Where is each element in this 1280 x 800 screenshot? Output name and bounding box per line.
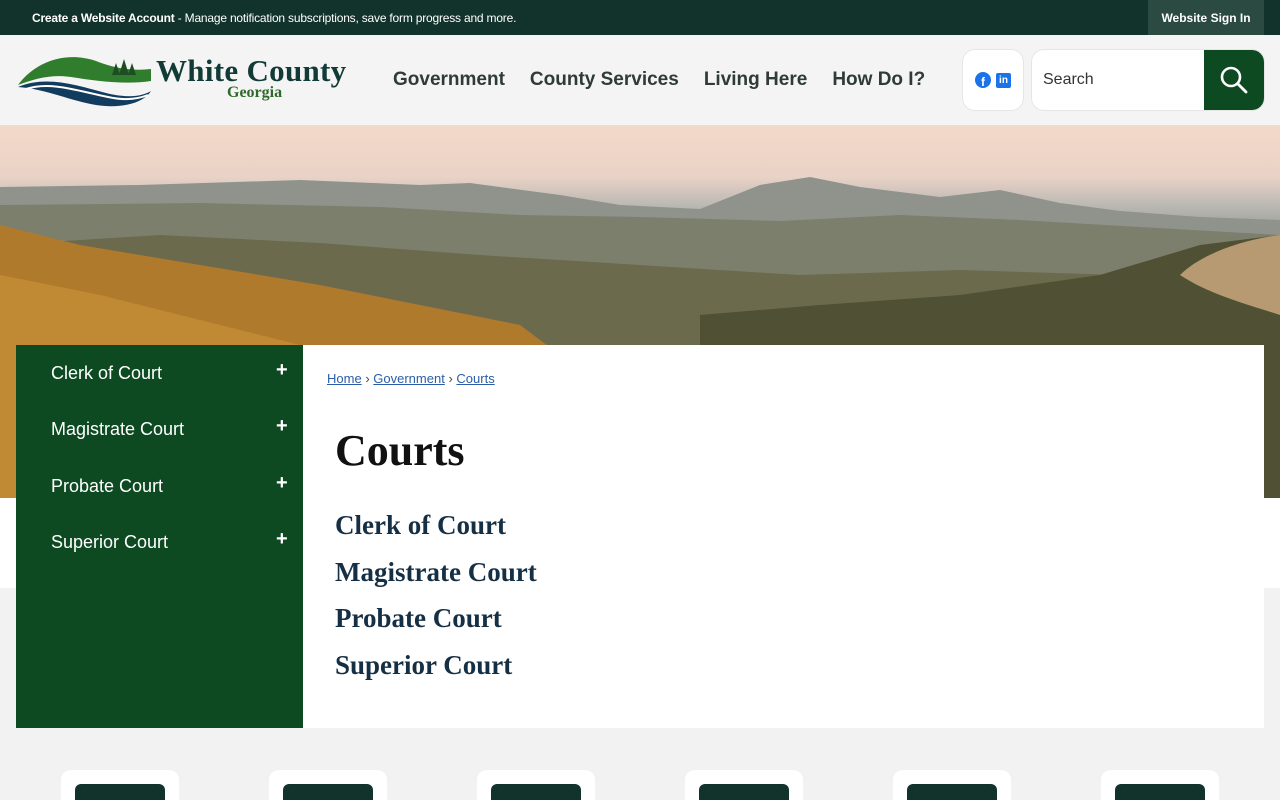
search-icon bbox=[1220, 66, 1248, 94]
nav-government[interactable]: Government bbox=[393, 69, 505, 91]
quick-link-icon bbox=[1115, 784, 1205, 800]
expand-plus-icon[interactable]: + bbox=[276, 415, 288, 438]
quick-link-card[interactable] bbox=[1101, 770, 1219, 800]
magistrate-court-link[interactable]: Magistrate Court bbox=[335, 557, 537, 588]
create-account-label[interactable]: Create a Website Account bbox=[32, 11, 175, 25]
expand-plus-icon[interactable]: + bbox=[276, 359, 288, 382]
section-sidebar: Clerk of Court + Magistrate Court + Prob… bbox=[16, 345, 303, 728]
main-navigation: Government County Services Living Here H… bbox=[393, 69, 950, 91]
search-input[interactable] bbox=[1034, 52, 1202, 108]
quick-link-card[interactable] bbox=[269, 770, 387, 800]
facebook-icon[interactable]: f bbox=[975, 72, 991, 88]
site-logo[interactable]: White County Georgia bbox=[16, 51, 361, 111]
search-box bbox=[1032, 50, 1264, 110]
clerk-of-court-link[interactable]: Clerk of Court bbox=[335, 510, 506, 541]
nav-living-here[interactable]: Living Here bbox=[704, 69, 807, 91]
logo-subtitle: Georgia bbox=[227, 84, 283, 101]
expand-plus-icon[interactable]: + bbox=[276, 472, 288, 495]
social-links: f in bbox=[963, 50, 1023, 110]
nav-county-services[interactable]: County Services bbox=[530, 69, 679, 91]
quick-link-icon bbox=[491, 784, 581, 800]
breadcrumb-home-link[interactable]: Home bbox=[327, 371, 362, 386]
search-button[interactable] bbox=[1204, 50, 1264, 110]
breadcrumb-separator: › bbox=[365, 371, 370, 386]
breadcrumb: Home › Government › Courts bbox=[327, 371, 495, 386]
quick-link-icon bbox=[283, 784, 373, 800]
nav-how-do-i[interactable]: How Do I? bbox=[832, 69, 925, 91]
sidebar-item-probate-court[interactable]: Probate Court + bbox=[16, 458, 303, 514]
quick-link-icon bbox=[75, 784, 165, 800]
quick-link-card[interactable] bbox=[477, 770, 595, 800]
mountain-logo-icon bbox=[18, 57, 151, 107]
breadcrumb-courts-link[interactable]: Courts bbox=[456, 371, 494, 386]
linkedin-icon[interactable]: in bbox=[996, 72, 1011, 88]
breadcrumb-government-link[interactable]: Government bbox=[373, 371, 445, 386]
create-account-description: - Manage notification subscriptions, sav… bbox=[174, 11, 517, 25]
quick-link-card[interactable] bbox=[685, 770, 803, 800]
main-content: Home › Government › Courts Courts Clerk … bbox=[303, 345, 1264, 728]
website-sign-in-button[interactable]: Website Sign In bbox=[1148, 0, 1264, 35]
superior-court-link[interactable]: Superior Court bbox=[335, 650, 512, 681]
top-utility-bar: Create a Website Account - Manage notifi… bbox=[0, 0, 1280, 35]
sidebar-item-superior-court[interactable]: Superior Court + bbox=[16, 514, 303, 570]
sidebar-item-label[interactable]: Clerk of Court bbox=[51, 363, 162, 384]
quick-link-icon bbox=[907, 784, 997, 800]
sidebar-item-label[interactable]: Probate Court bbox=[51, 476, 163, 497]
create-account-link[interactable]: Create a Website Account - Manage notifi… bbox=[32, 11, 516, 25]
sidebar-item-label[interactable]: Magistrate Court bbox=[51, 419, 184, 440]
page-title: Courts bbox=[335, 426, 465, 475]
quick-link-card[interactable] bbox=[61, 770, 179, 800]
sidebar-item-label[interactable]: Superior Court bbox=[51, 532, 168, 553]
sidebar-item-clerk-of-court[interactable]: Clerk of Court + bbox=[16, 345, 303, 401]
quick-link-icon bbox=[699, 784, 789, 800]
probate-court-link[interactable]: Probate Court bbox=[335, 603, 502, 634]
breadcrumb-separator: › bbox=[448, 371, 453, 386]
site-header: White County Georgia Government County S… bbox=[0, 35, 1280, 125]
sidebar-item-magistrate-court[interactable]: Magistrate Court + bbox=[16, 401, 303, 457]
quick-link-card[interactable] bbox=[893, 770, 1011, 800]
expand-plus-icon[interactable]: + bbox=[276, 528, 288, 551]
